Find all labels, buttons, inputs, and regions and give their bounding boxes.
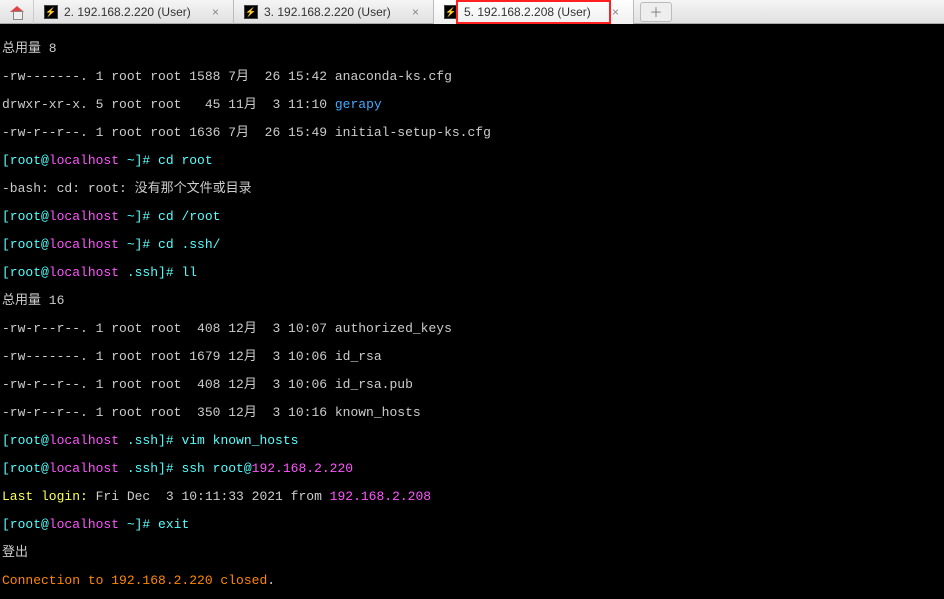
term-line: [root@localhost ~]# cd .ssh/ bbox=[2, 238, 942, 252]
tab-bar: 2. 192.168.2.220 (User) × 3. 192.168.2.2… bbox=[0, 0, 944, 24]
term-line: 总用量 8 bbox=[2, 42, 942, 56]
term-line: -rw-r--r--. 1 root root 408 12月 3 10:07 … bbox=[2, 322, 942, 336]
bolt-icon bbox=[444, 5, 458, 19]
term-line: -bash: cd: root: 没有那个文件或目录 bbox=[2, 182, 942, 196]
term-line: Connection to 192.168.2.220 closed. bbox=[2, 574, 942, 588]
term-line: 登出 bbox=[2, 546, 942, 560]
tab-label: 5. 192.168.2.208 (User) bbox=[464, 5, 591, 19]
term-line: drwxr-xr-x. 5 root root 45 11月 3 11:10 g… bbox=[2, 98, 942, 112]
term-line: -rw-------. 1 root root 1588 7月 26 15:42… bbox=[2, 70, 942, 84]
tab-session-1[interactable]: 2. 192.168.2.220 (User) × bbox=[34, 0, 234, 24]
term-line: [root@localhost ~]# cd root bbox=[2, 154, 942, 168]
bolt-icon bbox=[44, 5, 58, 19]
close-icon[interactable]: × bbox=[608, 5, 623, 19]
tab-label: 2. 192.168.2.220 (User) bbox=[64, 5, 191, 19]
term-line: Last login: Fri Dec 3 10:11:33 2021 from… bbox=[2, 490, 942, 504]
term-line: [root@localhost .ssh]# ssh root@192.168.… bbox=[2, 462, 942, 476]
tab-session-3[interactable]: 5. 192.168.2.208 (User) × bbox=[434, 0, 634, 24]
term-line: -rw-r--r--. 1 root root 1636 7月 26 15:49… bbox=[2, 126, 942, 140]
term-line: [root@localhost .ssh]# vim known_hosts bbox=[2, 434, 942, 448]
term-line: -rw-r--r--. 1 root root 408 12月 3 10:06 … bbox=[2, 378, 942, 392]
tab-label: 3. 192.168.2.220 (User) bbox=[264, 5, 391, 19]
term-line: -rw-r--r--. 1 root root 350 12月 3 10:16 … bbox=[2, 406, 942, 420]
terminal-output[interactable]: 总用量 8 -rw-------. 1 root root 1588 7月 26… bbox=[0, 24, 944, 599]
home-icon bbox=[10, 6, 24, 18]
term-line: -rw-------. 1 root root 1679 12月 3 10:06… bbox=[2, 350, 942, 364]
term-line: [root@localhost ~]# exit bbox=[2, 518, 942, 532]
new-tab-button[interactable]: ＋ bbox=[640, 2, 672, 22]
bolt-icon bbox=[244, 5, 258, 19]
close-icon[interactable]: × bbox=[208, 5, 223, 19]
term-line: [root@localhost ~]# cd /root bbox=[2, 210, 942, 224]
term-line: 总用量 16 bbox=[2, 294, 942, 308]
close-icon[interactable]: × bbox=[408, 5, 423, 19]
tab-session-2[interactable]: 3. 192.168.2.220 (User) × bbox=[234, 0, 434, 24]
term-line: [root@localhost .ssh]# ll bbox=[2, 266, 942, 280]
home-button[interactable] bbox=[0, 0, 34, 24]
